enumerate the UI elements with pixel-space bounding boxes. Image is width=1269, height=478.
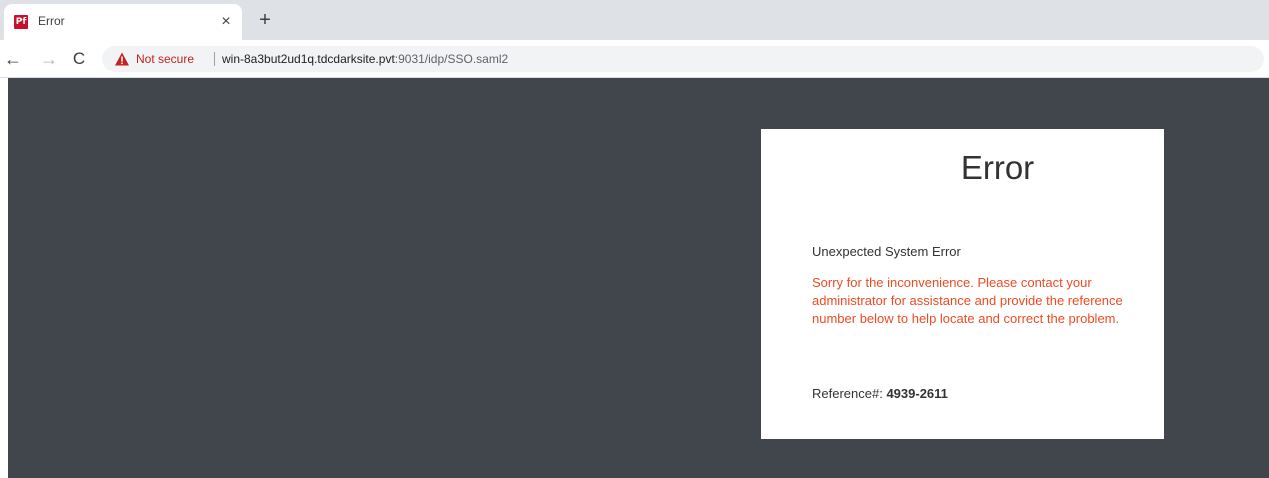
reload-button[interactable]: C — [68, 48, 90, 70]
browser-tab-strip: Pf Error × + — [0, 0, 1269, 40]
tab-title: Error — [38, 14, 65, 28]
browser-tab-error[interactable]: Pf Error × — [4, 4, 242, 40]
error-message: Sorry for the inconvenience. Please cont… — [812, 275, 1123, 326]
reference-number: 4939-2611 — [886, 386, 948, 401]
url-host: win-8a3but2ud1q.tdcdarksite.pvt — [222, 52, 395, 66]
address-bar[interactable]: Not secure win-8a3but2ud1q.tdcdarksite.p… — [102, 46, 1264, 72]
pingfederate-favicon-icon: Pf — [14, 15, 28, 29]
page-title: Error — [960, 149, 1035, 186]
new-tab-button[interactable]: + — [254, 10, 276, 32]
back-button[interactable]: ← — [2, 48, 24, 70]
url-text[interactable]: win-8a3but2ud1q.tdcdarksite.pvt:9031/idp… — [222, 52, 508, 66]
forward-button[interactable]: → — [38, 48, 60, 70]
warning-triangle-icon[interactable] — [114, 51, 130, 67]
not-secure-label[interactable]: Not secure — [136, 52, 194, 66]
reference-line: Reference#: 4939-2611 — [812, 386, 948, 401]
address-divider — [214, 52, 215, 66]
error-subtitle: Unexpected System Error — [812, 244, 961, 259]
error-card: Error Unexpected System Error Sorry for … — [761, 129, 1164, 439]
url-path: :9031/idp/SSO.saml2 — [394, 52, 509, 66]
browser-toolbar: ← → C Not secure win-8a3but2ud1q.tdcdark… — [0, 40, 1269, 78]
reference-label: Reference#: — [812, 386, 883, 401]
page-viewport: Error Unexpected System Error Sorry for … — [8, 78, 1269, 478]
tab-close-icon[interactable]: × — [216, 12, 236, 32]
